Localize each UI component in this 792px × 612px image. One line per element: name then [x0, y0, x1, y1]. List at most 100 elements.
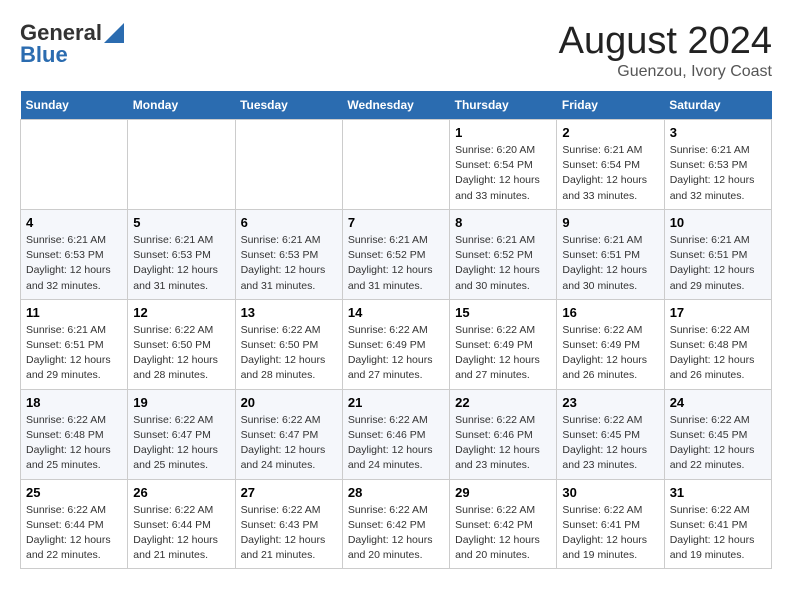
- calendar-day-cell: [128, 120, 235, 210]
- calendar-day-cell: [342, 120, 449, 210]
- day-number: 10: [670, 215, 766, 230]
- logo-icon: [104, 23, 124, 43]
- day-number: 13: [241, 305, 337, 320]
- calendar-day-cell: 6 Sunrise: 6:21 AM Sunset: 6:53 PM Daylig…: [235, 209, 342, 299]
- day-number: 7: [348, 215, 444, 230]
- day-info: Sunrise: 6:22 AM Sunset: 6:49 PM Dayligh…: [348, 323, 444, 384]
- calendar-day-cell: 28Sunrise: 6:22 AM Sunset: 6:42 PM Dayli…: [342, 479, 449, 569]
- day-info: Sunrise: 6:22 AM Sunset: 6:44 PM Dayligh…: [26, 503, 122, 564]
- calendar-day-cell: 1 Sunrise: 6:20 AM Sunset: 6:54 PM Daylig…: [450, 120, 557, 210]
- day-number: 2: [562, 125, 658, 140]
- calendar-day-cell: 7 Sunrise: 6:21 AM Sunset: 6:52 PM Daylig…: [342, 209, 449, 299]
- day-info: Sunrise: 6:21 AM Sunset: 6:51 PM Dayligh…: [562, 233, 658, 294]
- logo: General Blue: [20, 20, 124, 68]
- calendar-day-cell: 29 Sunrise: 6:22 AM Sunset: 6:42 PM Dayli…: [450, 479, 557, 569]
- calendar-day-cell: 25 Sunrise: 6:22 AM Sunset: 6:44 PM Dayli…: [21, 479, 128, 569]
- calendar-day-cell: 8 Sunrise: 6:21 AM Sunset: 6:52 PM Daylig…: [450, 209, 557, 299]
- day-number: 23: [562, 395, 658, 410]
- day-info: Sunrise: 6:21 AM Sunset: 6:51 PM Dayligh…: [670, 233, 766, 294]
- day-info: Sunrise: 6:22 AM Sunset: 6:48 PM Dayligh…: [26, 413, 122, 474]
- day-number: 6: [241, 215, 337, 230]
- day-number: 11: [26, 305, 122, 320]
- day-number: 15: [455, 305, 551, 320]
- day-number: 3: [670, 125, 766, 140]
- day-info: Sunrise: 6:21 AM Sunset: 6:51 PM Dayligh…: [26, 323, 122, 384]
- day-info: Sunrise: 6:21 AM Sunset: 6:53 PM Dayligh…: [241, 233, 337, 294]
- day-number: 30: [562, 485, 658, 500]
- calendar-day-cell: 27Sunrise: 6:22 AM Sunset: 6:43 PM Dayli…: [235, 479, 342, 569]
- title-block: August 2024 Guenzou, Ivory Coast: [559, 20, 772, 81]
- calendar-day-cell: 22Sunrise: 6:22 AM Sunset: 6:46 PM Dayli…: [450, 389, 557, 479]
- calendar-week-row: 18 Sunrise: 6:22 AM Sunset: 6:48 PM Dayli…: [21, 389, 772, 479]
- day-number: 18: [26, 395, 122, 410]
- day-info: Sunrise: 6:22 AM Sunset: 6:41 PM Dayligh…: [670, 503, 766, 564]
- calendar-day-cell: 2Sunrise: 6:21 AM Sunset: 6:54 PM Daylig…: [557, 120, 664, 210]
- day-info: Sunrise: 6:21 AM Sunset: 6:53 PM Dayligh…: [133, 233, 229, 294]
- day-number: 26: [133, 485, 229, 500]
- day-info: Sunrise: 6:22 AM Sunset: 6:50 PM Dayligh…: [133, 323, 229, 384]
- calendar-day-cell: 16 Sunrise: 6:22 AM Sunset: 6:49 PM Dayli…: [557, 299, 664, 389]
- calendar-day-header: Wednesday: [342, 91, 449, 120]
- day-number: 27: [241, 485, 337, 500]
- calendar-day-cell: 15 Sunrise: 6:22 AM Sunset: 6:49 PM Dayli…: [450, 299, 557, 389]
- calendar-week-row: 4Sunrise: 6:21 AM Sunset: 6:53 PM Daylig…: [21, 209, 772, 299]
- day-number: 28: [348, 485, 444, 500]
- day-number: 21: [348, 395, 444, 410]
- calendar-week-row: 11 Sunrise: 6:21 AM Sunset: 6:51 PM Dayli…: [21, 299, 772, 389]
- day-number: 25: [26, 485, 122, 500]
- calendar-day-cell: 12 Sunrise: 6:22 AM Sunset: 6:50 PM Dayli…: [128, 299, 235, 389]
- day-info: Sunrise: 6:22 AM Sunset: 6:45 PM Dayligh…: [670, 413, 766, 474]
- calendar-day-cell: 18 Sunrise: 6:22 AM Sunset: 6:48 PM Dayli…: [21, 389, 128, 479]
- day-info: Sunrise: 6:22 AM Sunset: 6:45 PM Dayligh…: [562, 413, 658, 474]
- day-info: Sunrise: 6:21 AM Sunset: 6:53 PM Dayligh…: [26, 233, 122, 294]
- calendar-day-cell: 20Sunrise: 6:22 AM Sunset: 6:47 PM Dayli…: [235, 389, 342, 479]
- day-number: 1: [455, 125, 551, 140]
- calendar-week-row: 1 Sunrise: 6:20 AM Sunset: 6:54 PM Daylig…: [21, 120, 772, 210]
- day-number: 17: [670, 305, 766, 320]
- day-info: Sunrise: 6:21 AM Sunset: 6:52 PM Dayligh…: [348, 233, 444, 294]
- page-title: August 2024: [559, 20, 772, 63]
- day-number: 8: [455, 215, 551, 230]
- day-info: Sunrise: 6:22 AM Sunset: 6:46 PM Dayligh…: [348, 413, 444, 474]
- calendar-day-cell: 11 Sunrise: 6:21 AM Sunset: 6:51 PM Dayli…: [21, 299, 128, 389]
- calendar-day-cell: 19Sunrise: 6:22 AM Sunset: 6:47 PM Dayli…: [128, 389, 235, 479]
- calendar-header-row: SundayMondayTuesdayWednesdayThursdayFrid…: [21, 91, 772, 120]
- calendar-day-header: Monday: [128, 91, 235, 120]
- day-info: Sunrise: 6:22 AM Sunset: 6:44 PM Dayligh…: [133, 503, 229, 564]
- calendar-day-header: Friday: [557, 91, 664, 120]
- day-info: Sunrise: 6:22 AM Sunset: 6:50 PM Dayligh…: [241, 323, 337, 384]
- day-number: 9: [562, 215, 658, 230]
- calendar-day-header: Sunday: [21, 91, 128, 120]
- day-number: 5: [133, 215, 229, 230]
- day-number: 12: [133, 305, 229, 320]
- page-header: General Blue August 2024 Guenzou, Ivory …: [20, 20, 772, 81]
- calendar-day-cell: 17 Sunrise: 6:22 AM Sunset: 6:48 PM Dayli…: [664, 299, 771, 389]
- calendar-week-row: 25 Sunrise: 6:22 AM Sunset: 6:44 PM Dayli…: [21, 479, 772, 569]
- calendar-day-cell: 24 Sunrise: 6:22 AM Sunset: 6:45 PM Dayli…: [664, 389, 771, 479]
- calendar-day-cell: 26 Sunrise: 6:22 AM Sunset: 6:44 PM Dayli…: [128, 479, 235, 569]
- day-number: 29: [455, 485, 551, 500]
- day-info: Sunrise: 6:21 AM Sunset: 6:52 PM Dayligh…: [455, 233, 551, 294]
- day-info: Sunrise: 6:22 AM Sunset: 6:49 PM Dayligh…: [562, 323, 658, 384]
- calendar-day-cell: 23 Sunrise: 6:22 AM Sunset: 6:45 PM Dayli…: [557, 389, 664, 479]
- calendar-day-cell: 13 Sunrise: 6:22 AM Sunset: 6:50 PM Dayli…: [235, 299, 342, 389]
- page-subtitle: Guenzou, Ivory Coast: [559, 63, 772, 81]
- calendar-day-cell: 5 Sunrise: 6:21 AM Sunset: 6:53 PM Daylig…: [128, 209, 235, 299]
- day-number: 14: [348, 305, 444, 320]
- day-number: 16: [562, 305, 658, 320]
- day-info: Sunrise: 6:22 AM Sunset: 6:49 PM Dayligh…: [455, 323, 551, 384]
- day-info: Sunrise: 6:20 AM Sunset: 6:54 PM Dayligh…: [455, 143, 551, 204]
- calendar-day-cell: 30Sunrise: 6:22 AM Sunset: 6:41 PM Dayli…: [557, 479, 664, 569]
- day-info: Sunrise: 6:22 AM Sunset: 6:48 PM Dayligh…: [670, 323, 766, 384]
- calendar-day-header: Thursday: [450, 91, 557, 120]
- day-number: 24: [670, 395, 766, 410]
- logo-blue-text: Blue: [20, 42, 68, 68]
- day-info: Sunrise: 6:22 AM Sunset: 6:42 PM Dayligh…: [455, 503, 551, 564]
- calendar-day-cell: 4Sunrise: 6:21 AM Sunset: 6:53 PM Daylig…: [21, 209, 128, 299]
- calendar-day-header: Tuesday: [235, 91, 342, 120]
- day-info: Sunrise: 6:22 AM Sunset: 6:47 PM Dayligh…: [241, 413, 337, 474]
- day-number: 22: [455, 395, 551, 410]
- calendar-day-header: Saturday: [664, 91, 771, 120]
- calendar-day-cell: 9 Sunrise: 6:21 AM Sunset: 6:51 PM Daylig…: [557, 209, 664, 299]
- day-number: 31: [670, 485, 766, 500]
